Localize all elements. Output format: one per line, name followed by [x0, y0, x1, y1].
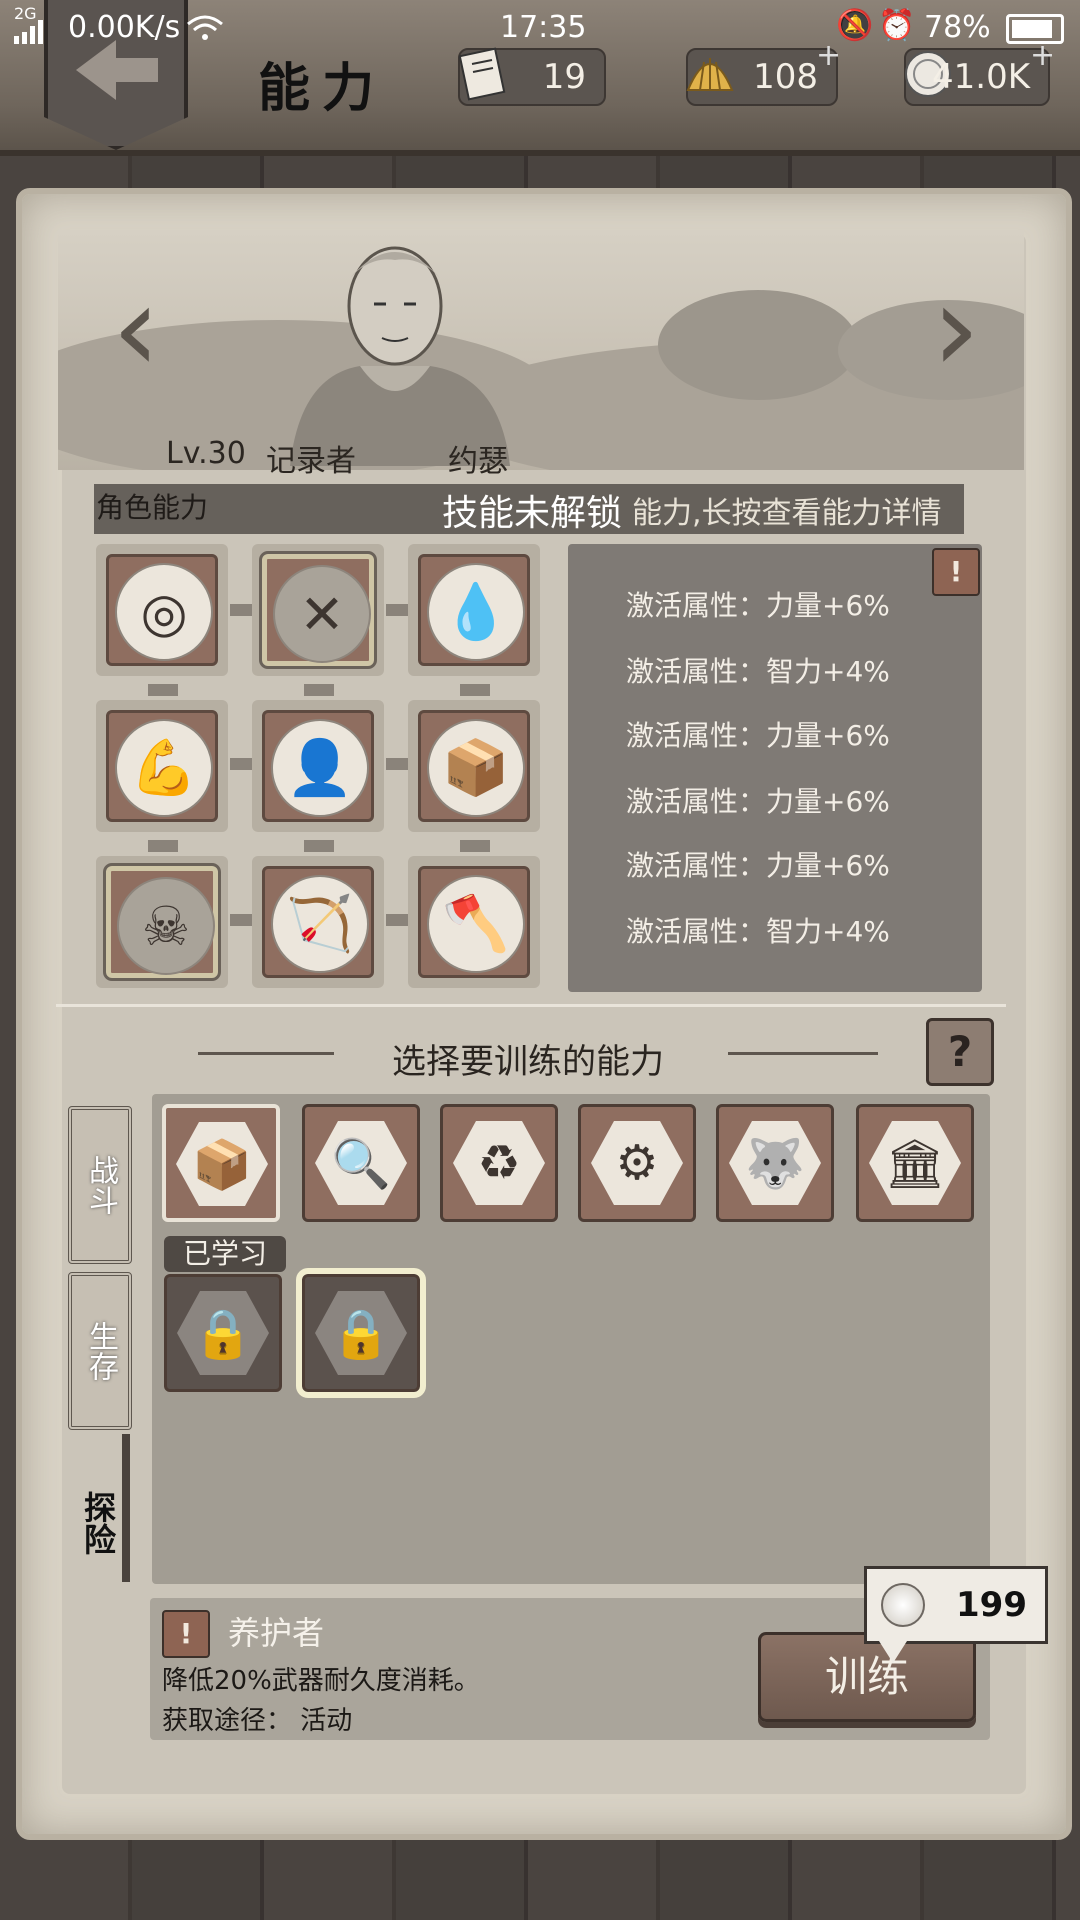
active-tab-indicator	[122, 1434, 130, 1582]
coin-icon	[881, 1583, 925, 1627]
blood-drop-icon: 💧	[427, 563, 525, 661]
target-arrow-icon: ◎	[115, 563, 213, 661]
skill-slot-hatchet[interactable]: 🪓	[408, 856, 540, 988]
alarm-icon: ⏰	[878, 8, 916, 43]
skill-slot-bow[interactable]: 🏹	[252, 856, 384, 988]
ability-info-icon: !	[162, 1610, 210, 1658]
ability-source: 获取途径： 活动	[162, 1706, 353, 1736]
train-section-title: 选择要训练的能力	[392, 1042, 664, 1082]
battery-percent: 78%	[924, 10, 991, 45]
net-speed: 0.00K/s	[68, 10, 181, 45]
ticket-counter[interactable]: 19	[458, 47, 606, 106]
hint-text: 能力,长按查看能力详情	[632, 496, 942, 531]
skill-slot-target[interactable]: ◎	[96, 544, 228, 676]
skill-slot-carrier[interactable]: 📦	[408, 700, 540, 832]
attribute-line: 激活属性：力量+6%	[626, 849, 890, 882]
ability-name: 养护者	[228, 1614, 325, 1652]
character-portrait	[290, 246, 510, 466]
lock-icon: 🔒	[315, 1291, 407, 1375]
ability-trap[interactable]: ⚙	[578, 1104, 696, 1222]
attribute-panel: ! 激活属性：力量+6% 激活属性：智力+4% 激活属性：力量+6% 激活属性：…	[568, 544, 982, 992]
attribute-line: 激活属性：智力+4%	[626, 915, 890, 948]
bow-icon: 🏹	[271, 875, 369, 973]
skill-slot-crossed-rifles[interactable]: ✕	[252, 544, 384, 676]
tab-survival[interactable]: 生存	[68, 1272, 132, 1430]
ability-magnifier[interactable]: 🔍	[302, 1104, 420, 1222]
divider	[56, 1004, 1006, 1007]
attribute-line: 激活属性：力量+6%	[626, 785, 890, 818]
bear-trap-icon: ⚙	[591, 1121, 683, 1205]
carry-box-icon: 📦	[176, 1122, 268, 1206]
info-warning-button[interactable]: !	[932, 548, 980, 596]
help-button[interactable]: ?	[926, 1018, 994, 1086]
crossed-rifles-icon: ✕	[273, 565, 371, 663]
lock-icon: 🔒	[177, 1291, 269, 1375]
recycle-leaf-icon: ♻	[453, 1121, 545, 1205]
train-button[interactable]: 训练	[758, 1632, 976, 1722]
character-level: Lv.30	[166, 436, 246, 471]
character-name: 约瑟	[448, 444, 508, 479]
battery-icon	[1006, 14, 1064, 44]
muscle-icon: 💪	[115, 719, 213, 817]
ability-carrier[interactable]: 📦	[162, 1104, 280, 1222]
shell-count: 108	[753, 57, 818, 97]
ability-locked-1[interactable]: 🔒	[164, 1274, 282, 1392]
tab-combat[interactable]: 战斗	[68, 1106, 132, 1264]
cost-bubble: 199	[864, 1566, 1048, 1663]
toast-message: 技能未解锁	[442, 493, 623, 534]
attribute-line: 激活属性：力量+6%	[626, 589, 890, 622]
ability-locked-2[interactable]: 🔒	[296, 1268, 426, 1398]
carry-box-icon: 📦	[427, 719, 525, 817]
coin-count: 41.0K	[932, 57, 1030, 97]
ability-description: 降低20%武器耐久度消耗。	[162, 1666, 480, 1696]
skill-slot-strongman[interactable]: 💪	[96, 700, 228, 832]
page-title: 能力	[258, 59, 387, 119]
ability-wolf[interactable]: 🐺	[716, 1104, 834, 1222]
character-role: 记录者	[266, 444, 356, 479]
clock: 17:35	[500, 10, 587, 45]
ornament-right	[728, 1052, 878, 1055]
abilities-section-label: 角色能力	[96, 491, 209, 524]
attribute-line: 激活属性：智力+4%	[626, 655, 890, 688]
skill-slot-portrait[interactable]: 👤	[252, 700, 384, 832]
skill-grid: ◎ ✕ 💧 💪 👤 📦 ☠ 🏹 🪓	[96, 544, 556, 992]
hatchet-icon: 🪓	[427, 875, 525, 973]
tab-exploration[interactable]: 探险	[70, 1448, 126, 1598]
signal-icon	[14, 20, 43, 44]
skill-slot-blood-drop[interactable]: 💧	[408, 544, 540, 676]
next-character-button[interactable]: ›	[932, 270, 980, 390]
magnifier-icon: 🔍	[315, 1121, 407, 1205]
ability-bank[interactable]: 🏛	[856, 1104, 974, 1222]
wifi-icon	[187, 15, 223, 40]
bell-muted-icon: 🔕	[836, 8, 874, 43]
learned-badge: 已学习	[164, 1236, 286, 1272]
skull-spear-icon: ☠	[117, 877, 215, 975]
coin-counter[interactable]: 41.0K	[904, 48, 1050, 106]
ability-recycle[interactable]: ♻	[440, 1104, 558, 1222]
prev-character-button[interactable]: ‹	[112, 270, 160, 390]
attribute-line: 激活属性：力量+6%	[626, 719, 890, 752]
bank-icon: 🏛	[869, 1121, 961, 1205]
status-bar: 2G 0.00K/s 17:35 🔕 ⏰ 78%	[0, 0, 1080, 56]
landscape-banner	[58, 230, 1024, 470]
man-portrait-icon: 👤	[271, 719, 369, 817]
ornament-left	[198, 1052, 334, 1055]
skill-slot-skull[interactable]: ☠	[96, 856, 228, 988]
wolf-icon: 🐺	[729, 1121, 821, 1205]
ticket-count: 19	[542, 57, 586, 97]
train-cost: 199	[956, 1585, 1027, 1625]
